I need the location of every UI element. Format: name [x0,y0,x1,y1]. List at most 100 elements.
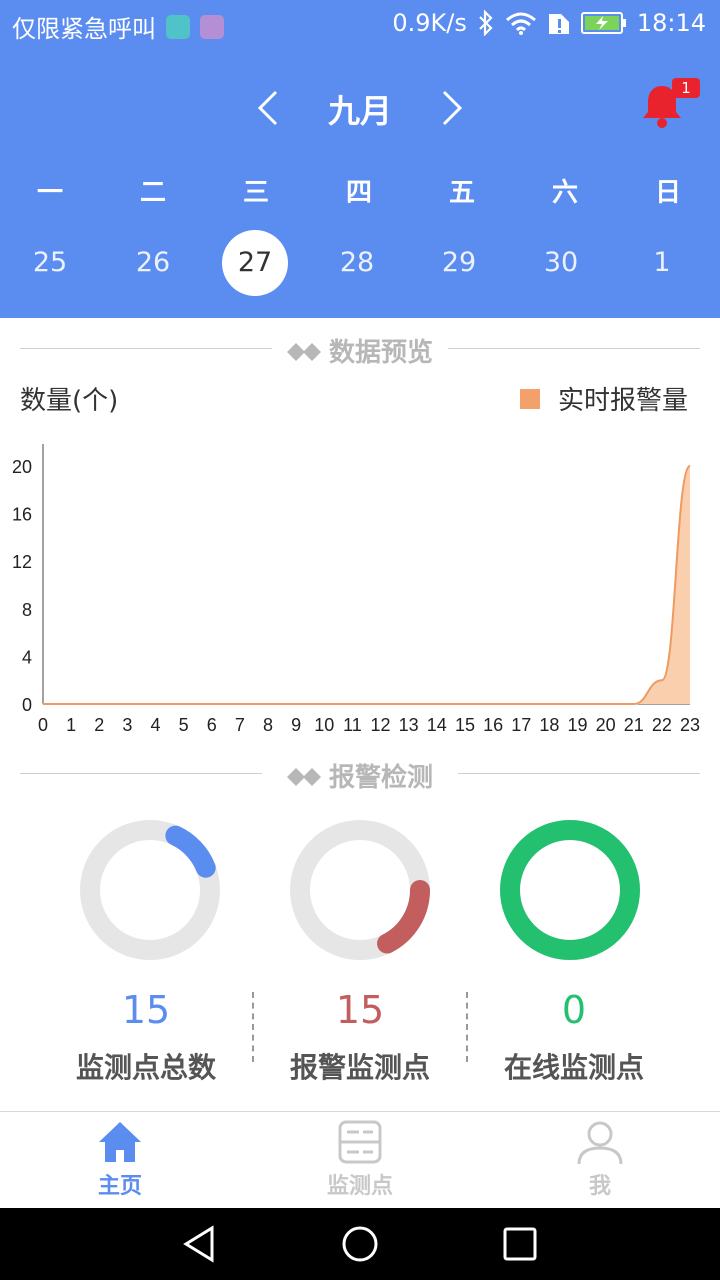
donut-arc [165,825,216,878]
chart-legend: 实时报警量 [519,380,688,417]
next-month-button[interactable] [434,78,474,138]
legend-swatch [519,388,540,409]
x-tick-label: 10 [314,715,334,735]
x-tick-label: 19 [567,715,587,735]
y-tick-label: 12 [12,552,32,572]
month-title: 九月 [327,92,392,130]
data-point [323,703,325,705]
donut-row [0,810,720,980]
x-tick-label: 13 [399,715,419,735]
y-tick-label: 20 [12,457,32,477]
data-point [520,703,522,705]
battery-icon [580,12,626,34]
status-right: 0.9K/s 18:14 [392,9,706,37]
alarm-area-chart: 0481216200 1 2 3 4 5 6 7 8 9 10 11 12 13 14 15 16 17 18 19 2… [12,444,700,735]
home-button-icon[interactable] [340,1224,380,1264]
x-tick-label: 5 [179,715,189,735]
data-point [42,703,44,705]
system-navigation-bar [0,1208,720,1280]
alarm-points-value: 15 [335,988,385,1032]
chart-y-axis-label: 数量(个) [20,386,119,416]
donut-arc [500,820,640,960]
weekday-label: 日 [654,178,681,208]
status-left: 仅限紧急呼叫 [12,9,224,44]
total-points-donut [80,820,220,960]
weekday-label: 五 [448,178,475,208]
online-points-donut [500,820,640,960]
online-points-label: 在线监测点 [503,1051,644,1084]
data-point [295,703,297,705]
data-point [211,703,213,705]
android-icon [166,14,190,39]
data-point [239,703,241,705]
x-tick-label: 16 [483,715,503,735]
weekday-label: 二 [139,178,166,208]
gallery-icon [200,14,224,39]
carrier-text: 仅限紧急呼叫 [12,15,156,43]
data-point [267,703,269,705]
clock-time: 18:14 [636,9,706,37]
date-cell[interactable]: 29 [426,230,492,296]
x-tick-label: 11 [343,715,362,735]
nav-tab-me[interactable]: 我 [520,1120,680,1205]
x-tick-label: 2 [94,715,104,735]
x-tick-label: 3 [122,715,132,735]
date-cell[interactable]: 1 [629,230,695,296]
data-point [351,703,353,705]
x-tick-label: 23 [680,715,700,735]
y-tick-label: 0 [22,695,32,715]
diamond-icon [286,767,321,786]
weekday-label: 一 [36,178,63,208]
alarm-section-header: 报警检测 [20,753,700,793]
x-tick-label: 8 [263,715,273,735]
series-line [43,465,691,705]
data-point [126,703,128,705]
user-icon [577,1121,623,1164]
data-point [155,703,157,705]
alarm-points-donut [290,820,430,960]
status-bar: 仅限紧急呼叫 0.9K/s 18:14 [0,0,720,50]
data-point [183,703,185,705]
month-row: 九月 [0,78,720,138]
x-tick-label: 0 [38,715,48,735]
date-cell-selected[interactable]: 27 [222,230,288,296]
weekday-label: 四 [345,178,372,208]
x-tick-label: 20 [596,715,616,735]
wifi-icon [505,12,536,35]
alarm-points-label: 报警监测点 [289,1051,430,1084]
x-tick-label: 14 [427,715,447,735]
back-button-icon[interactable] [180,1224,220,1264]
data-point [689,465,691,467]
prev-month-button[interactable] [246,78,286,138]
overview-title: 数据预览 [328,338,433,368]
date-cell[interactable]: 30 [528,230,594,296]
data-point [98,703,100,705]
date-cell[interactable]: 28 [324,230,390,296]
data-point [548,703,550,705]
y-tick-label: 4 [22,647,32,667]
data-point [436,703,438,705]
date-cell[interactable]: 26 [120,230,186,296]
y-tick-label: 16 [12,505,32,525]
date-cell[interactable]: 25 [17,230,83,296]
weekday-label: 六 [551,178,578,208]
nav-tab-home[interactable]: 主页 [40,1120,200,1205]
network-speed: 0.9K/s [392,9,467,37]
total-points-label: 监测点总数 [75,1051,216,1084]
x-tick-label: 17 [511,715,531,735]
section-title-wrap: 报警检测 [20,757,700,794]
bottom-navigation: 主页 监测点 我 [0,1111,720,1208]
nav-tab-monitor-points[interactable]: 监测点 [280,1120,440,1205]
y-tick-label: 8 [22,600,32,620]
section-title-wrap: 数据预览 [20,332,700,369]
total-points-value: 15 [121,988,171,1032]
nav-label-me: 我 [588,1174,611,1199]
x-tick-label: 4 [151,715,161,735]
x-tick-label: 18 [539,715,559,735]
data-point [492,703,494,705]
legend-label: 实时报警量 [557,386,688,416]
recents-button-icon[interactable] [500,1224,540,1264]
stat-divider [252,992,254,1062]
x-tick-label: 1 [66,715,76,735]
data-point [633,703,635,705]
